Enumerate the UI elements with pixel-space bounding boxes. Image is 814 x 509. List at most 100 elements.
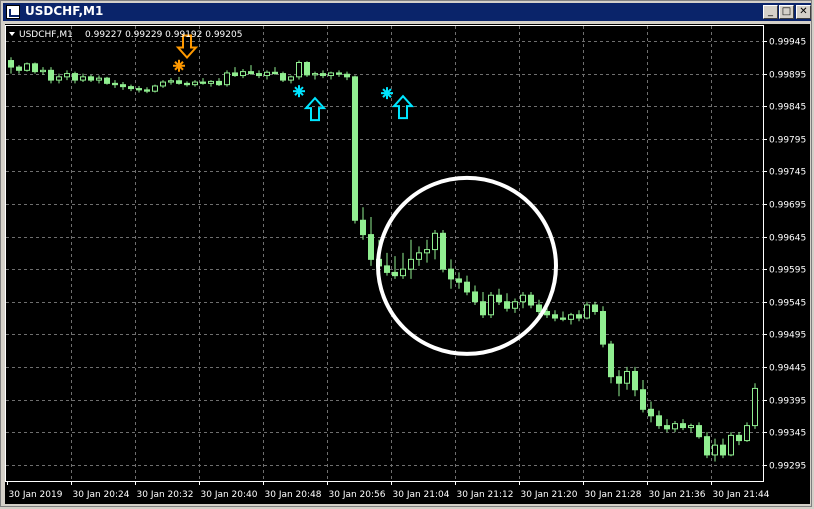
maximize-button[interactable]: □: [779, 5, 794, 19]
bearish-candle: [112, 82, 118, 86]
chart-window: USDCHF,M1 _ □ ✕ 0.99945 0.99895 0.99845 0.9…: [0, 0, 812, 507]
chart-ohlc-label: 0.99227 0.99229 0.99192 0.99205: [85, 30, 242, 40]
y-tick-label: 0.99495: [769, 331, 806, 341]
bullish-candle: [432, 232, 438, 251]
bullish-candle: [240, 71, 246, 77]
bearish-candle: [136, 88, 142, 91]
minimize-button[interactable]: _: [763, 5, 778, 19]
bearish-candle: [592, 304, 598, 313]
bearish-candle: [736, 434, 742, 442]
bullish-candle: [312, 73, 318, 76]
y-tick-label: 0.99395: [769, 397, 806, 407]
chart-area[interactable]: 0.99945 0.99895 0.99845 0.99795 0.99745 0.996…: [5, 24, 810, 504]
x-tick-label: 30 Jan 20:24: [73, 490, 130, 500]
bullish-candle: [712, 444, 718, 456]
bearish-candle: [384, 265, 390, 273]
bullish-candle: [264, 71, 270, 77]
bullish-candle: [192, 81, 198, 86]
bearish-candle: [184, 82, 190, 86]
bearish-candle: [720, 444, 726, 456]
x-tick-label: 30 Jan 21:36: [649, 490, 706, 500]
x-tick-label: 30 Jan 21:20: [521, 490, 578, 500]
bearish-candle: [352, 76, 358, 221]
close-button[interactable]: ✕: [796, 5, 811, 19]
bearish-candle: [48, 69, 54, 81]
bearish-candle: [248, 71, 254, 75]
bearish-candle: [120, 84, 126, 88]
bullish-candle: [752, 387, 758, 427]
bullish-candle: [168, 80, 174, 83]
bullish-candle: [296, 62, 302, 78]
bearish-candle: [680, 423, 686, 429]
bearish-candle: [368, 234, 374, 260]
bullish-candle: [672, 423, 678, 430]
candlestick-chart[interactable]: 0.99945 0.99895 0.99845 0.99795 0.99745 0.996…: [5, 24, 810, 504]
bearish-candle: [632, 370, 638, 391]
y-tick-label: 0.99845: [769, 103, 806, 113]
bullish-candle: [624, 370, 630, 384]
bearish-candle: [8, 60, 14, 68]
price-axis: 0.99945 0.99895 0.99845 0.99795 0.99745 0.996…: [763, 38, 806, 472]
y-tick-label: 0.99295: [769, 462, 806, 472]
bearish-candle: [616, 376, 622, 384]
bearish-candle: [704, 436, 710, 456]
signal-star-icon: [173, 59, 185, 72]
bearish-candle: [456, 278, 462, 283]
bullish-candle: [80, 76, 86, 81]
buy-arrow-up-icon: [303, 96, 327, 122]
bearish-candle: [696, 425, 702, 438]
bearish-candle: [504, 301, 510, 309]
bearish-candle: [360, 219, 366, 236]
y-tick-label: 0.99595: [769, 266, 806, 276]
x-tick-label: 30 Jan 21:12: [457, 490, 514, 500]
bearish-candle: [32, 63, 38, 73]
bullish-candle: [520, 294, 526, 303]
x-tick-label: 30 Jan 21:44: [713, 490, 770, 500]
x-tick-label: 30 Jan 20:32: [137, 490, 194, 500]
bearish-candle: [232, 72, 238, 77]
bullish-candle: [512, 301, 518, 309]
bullish-candle: [416, 252, 422, 260]
annotation-layer: [376, 175, 558, 356]
buy-arrow-up-icon: [391, 94, 415, 120]
y-tick-label: 0.99695: [769, 201, 806, 211]
chart-info: USDCHF,M1 0.99227 0.99229 0.99192 0.9920…: [9, 30, 242, 40]
bearish-candle: [472, 291, 478, 303]
bearish-candle: [200, 81, 206, 84]
bullish-candle: [224, 72, 230, 86]
bullish-candle: [40, 69, 46, 73]
y-tick-label: 0.99345: [769, 429, 806, 439]
bearish-candle: [16, 66, 22, 71]
y-tick-label: 0.99745: [769, 168, 806, 178]
bullish-candle: [584, 304, 590, 319]
bullish-candle: [288, 76, 294, 81]
bullish-candle: [744, 425, 750, 442]
y-tick-label: 0.99795: [769, 136, 806, 146]
bearish-candle: [528, 294, 534, 306]
title-bar[interactable]: USDCHF,M1 _ □ ✕: [3, 3, 811, 21]
bearish-candle: [392, 271, 398, 277]
bullish-candle: [488, 294, 494, 316]
bearish-candle: [600, 311, 606, 345]
bullish-candle: [64, 73, 70, 78]
bearish-candle: [304, 62, 310, 76]
bullish-candle: [408, 258, 414, 270]
chart-menu-triangle-icon[interactable]: [9, 32, 15, 36]
x-tick-label: 30 Jan 21:04: [393, 490, 450, 500]
x-tick-label: 30 Jan 20:48: [265, 490, 322, 500]
bullish-candle: [208, 80, 214, 84]
bullish-candle: [568, 314, 574, 320]
bullish-candle: [328, 72, 334, 77]
x-tick-label: 30 Jan 21:28: [585, 490, 642, 500]
bearish-candle: [88, 76, 94, 81]
highlight-circle: [376, 175, 558, 356]
window-title: USDCHF,M1: [25, 4, 104, 18]
bearish-candle: [320, 73, 326, 77]
bearish-candle: [480, 301, 486, 316]
signal-star-icon: [293, 85, 305, 98]
bearish-candle: [256, 73, 262, 77]
bearish-candle: [496, 294, 502, 303]
bearish-candle: [648, 408, 654, 417]
bearish-candle: [72, 73, 78, 81]
bearish-candle: [440, 232, 446, 270]
